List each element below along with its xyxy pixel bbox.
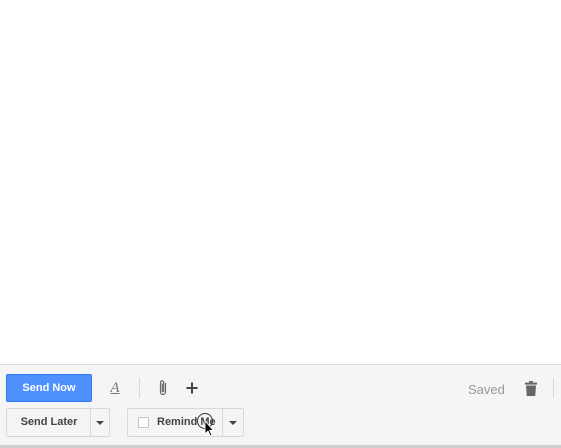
remind-me-dropdown-button[interactable] — [222, 408, 244, 437]
pointer-cursor-icon — [196, 413, 218, 437]
trash-icon[interactable] — [521, 377, 541, 399]
paperclip-icon[interactable] — [153, 377, 173, 399]
send-later-dropdown-button[interactable] — [90, 408, 110, 437]
chevron-down-icon — [96, 421, 104, 425]
plus-icon[interactable] — [182, 377, 202, 399]
saved-status: Saved — [468, 382, 505, 397]
compose-window: Send Now A Saved Send Later Remind Me — [0, 0, 561, 448]
remind-me-checkbox[interactable] — [138, 417, 149, 428]
message-body[interactable] — [0, 0, 561, 364]
compose-toolbar: Send Now A Saved Send Later Remind Me — [0, 364, 561, 448]
send-now-button[interactable]: Send Now — [6, 374, 92, 402]
toolbar-divider — [139, 378, 140, 398]
chevron-down-icon — [229, 421, 237, 425]
send-later-button[interactable]: Send Later — [6, 408, 92, 437]
toolbar-divider-right — [553, 378, 554, 398]
format-text-icon[interactable]: A — [105, 377, 125, 399]
